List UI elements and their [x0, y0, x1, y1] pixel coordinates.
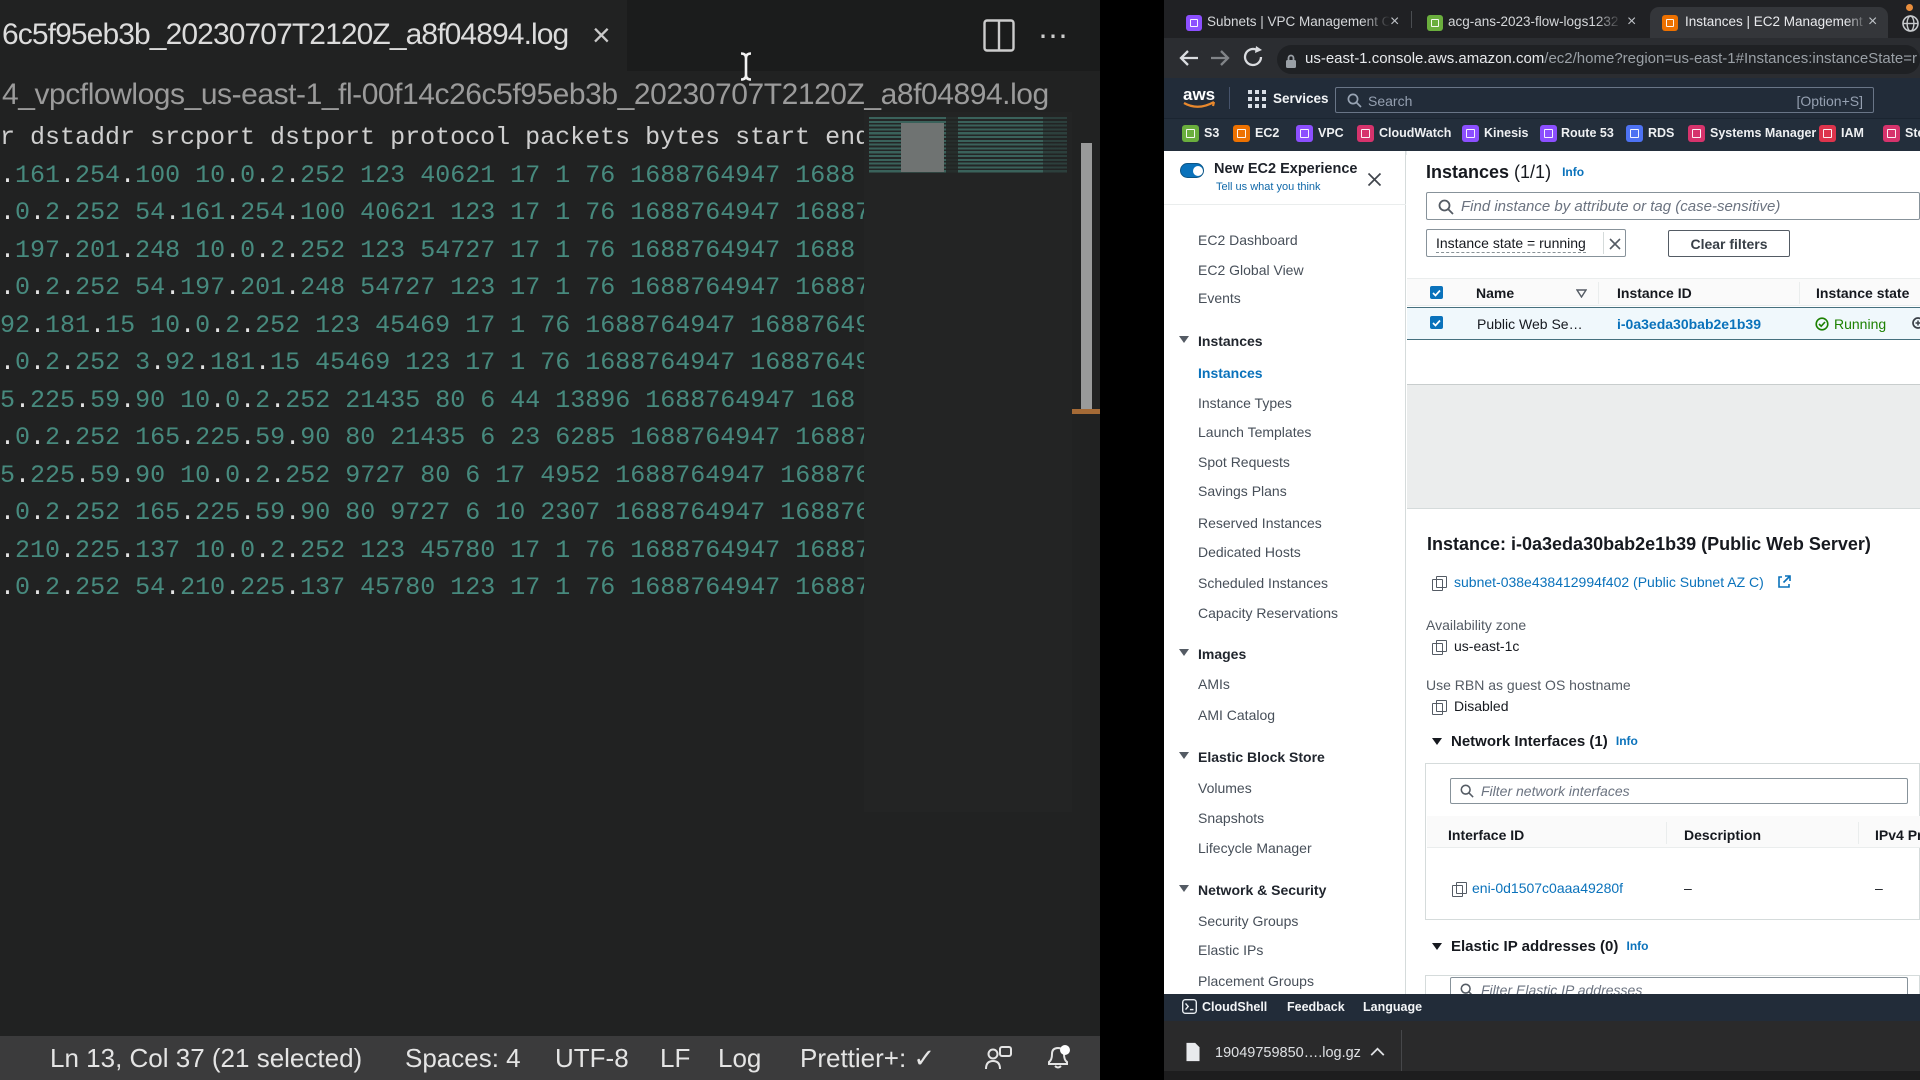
svg-text:aws: aws: [1183, 85, 1215, 104]
